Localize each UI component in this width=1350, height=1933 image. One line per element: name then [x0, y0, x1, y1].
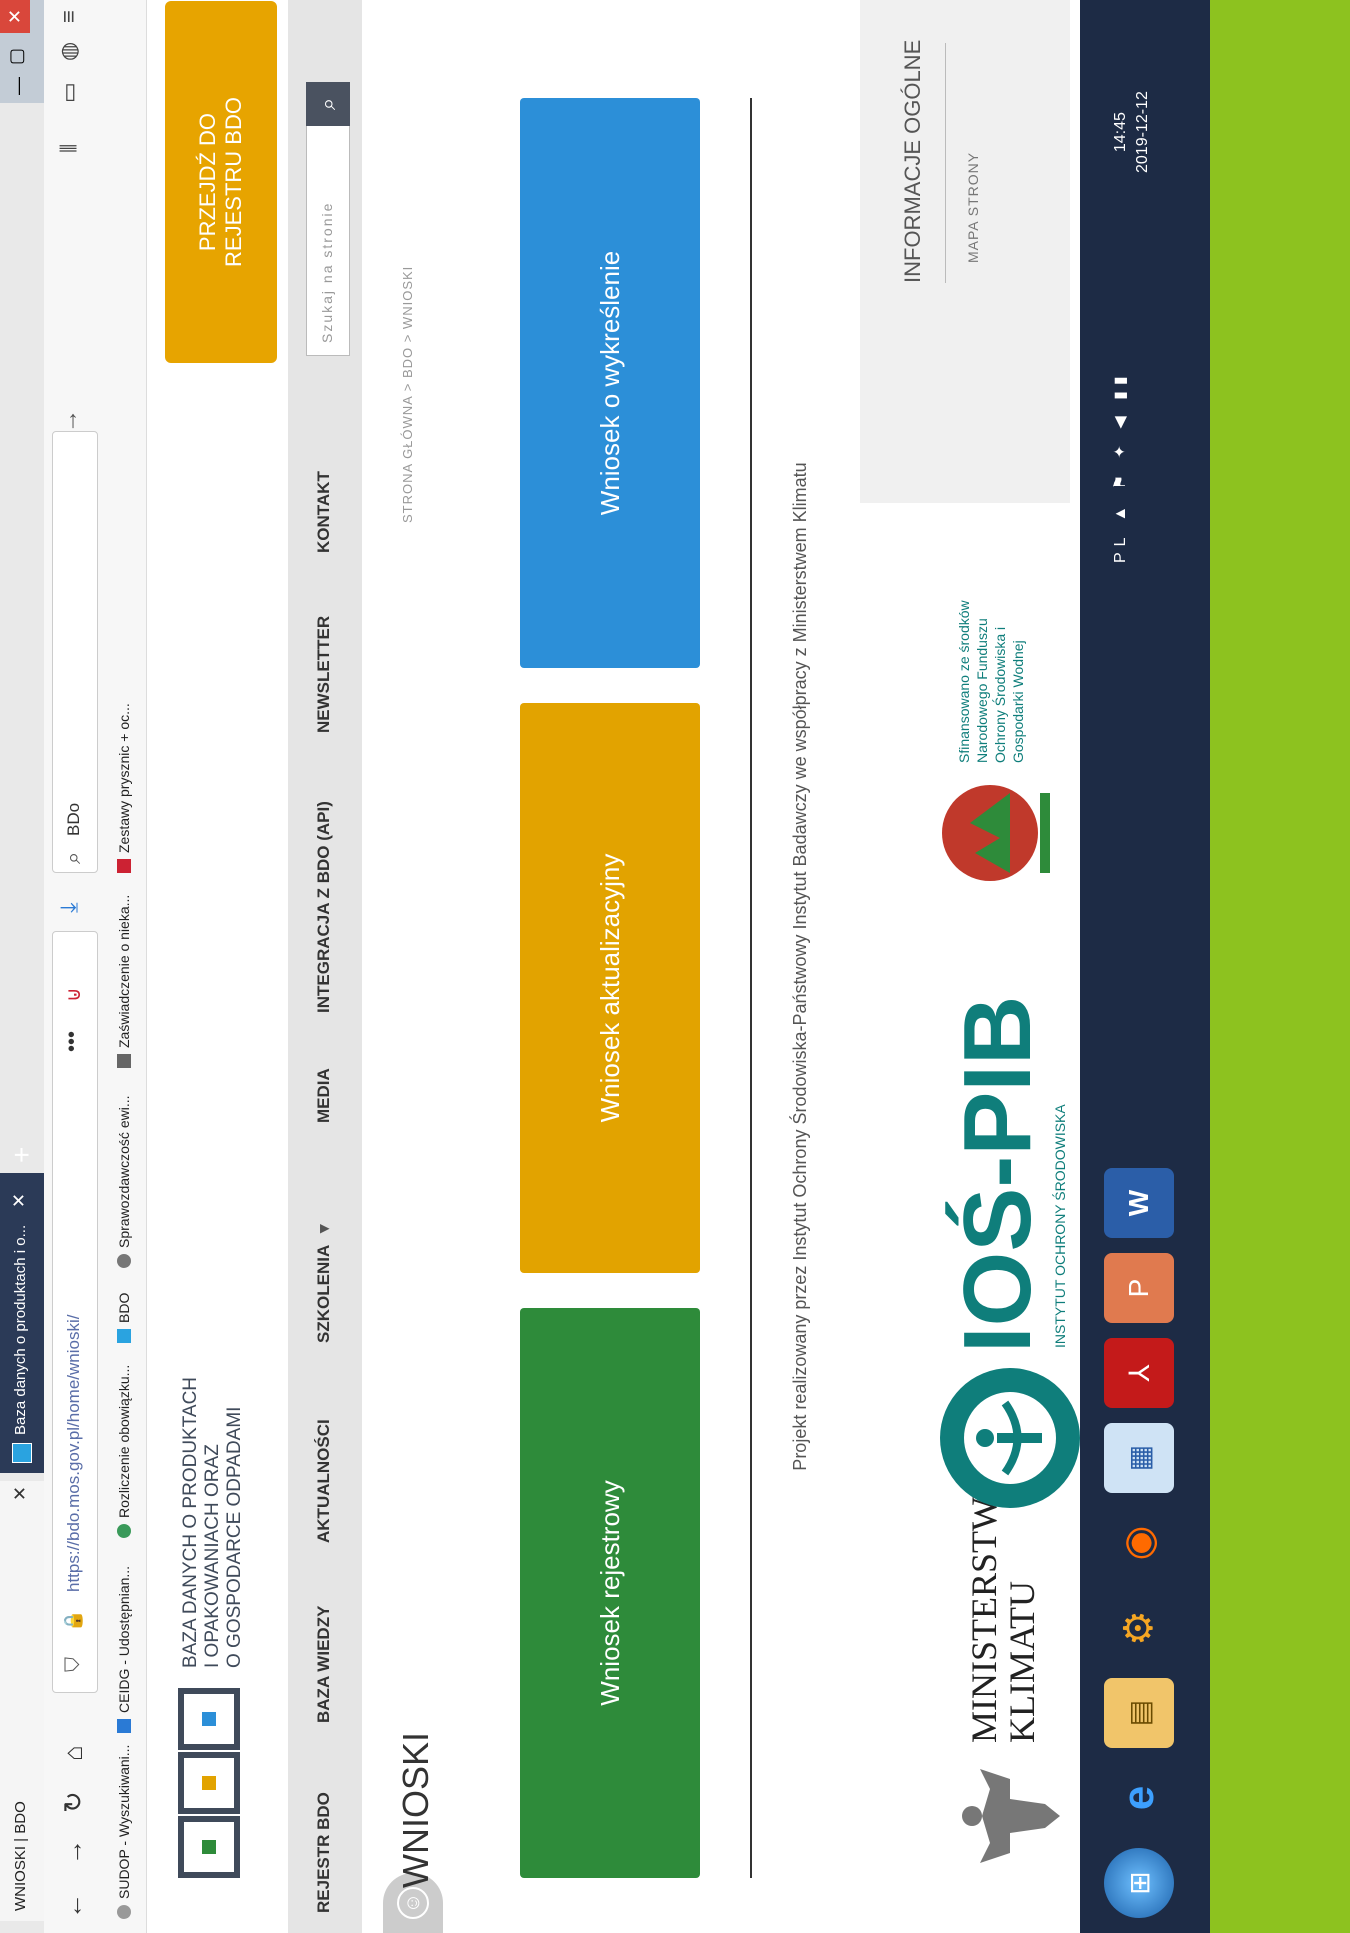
eagle-emblem-icon [962, 1769, 1060, 1863]
nav-item[interactable]: NEWSLETTER [314, 616, 334, 733]
nav-item[interactable]: REJESTR BDO [314, 1792, 334, 1913]
bookmark-item[interactable]: Sprawozdawczość ewi... [116, 1095, 132, 1268]
browser-titlebar: WNIOSKI | BDO ✕ Baza danych o produktach… [0, 0, 44, 1933]
page-actions-icon[interactable]: ••• [61, 1031, 84, 1052]
menu-icon[interactable]: ≡ [56, 10, 82, 23]
address-bar[interactable]: ⛉ 🔒 https://bdo.mos.gov.pl/home/wnioski/… [52, 931, 98, 1693]
close-tab-icon[interactable]: ✕ [9, 1193, 30, 1208]
tile-register-application[interactable]: Wniosek rejestrowy [520, 1308, 700, 1878]
nav-item[interactable]: MEDIA [314, 1068, 334, 1123]
bookmark-item[interactable]: Zaświadczenie o nieka... [116, 895, 132, 1068]
bookmark-item[interactable]: CEIDG - Udostępnian... [116, 1566, 132, 1733]
sidebar-icon[interactable]: ▭ [56, 82, 82, 103]
active-tab-label: Baza danych o produktach i o... [12, 1225, 29, 1435]
nav-item[interactable]: KONTAKT [314, 471, 334, 553]
logo-square [178, 1688, 240, 1750]
lock-icon: 🔒 [63, 1609, 83, 1632]
word-icon[interactable]: W [1104, 1168, 1174, 1238]
shield-icon: ⛉ [62, 1657, 84, 1672]
footer-info-panel: INFORMACJE OGÓLNE MAPA STRONY [860, 0, 1070, 503]
site-search-input[interactable]: Szukaj na stronie [306, 124, 350, 356]
window-title: WNIOSKI | BDO [12, 1801, 29, 1911]
nfosigw-emblem-icon [942, 785, 1050, 881]
library-icon[interactable]: ⫴ [56, 144, 82, 153]
go-to-register-button[interactable]: PRZEJDŹ DO REJESTRU BDO [165, 1, 277, 363]
tab-active[interactable]: Baza danych o produktach i o... ✕ [0, 1173, 44, 1473]
accessibility-icon: ☺ [397, 1887, 429, 1919]
tile-deletion-application[interactable]: Wniosek o wykreślenie [520, 98, 700, 668]
pocket-icon[interactable]: ⊍ [61, 987, 86, 1002]
firefox-icon[interactable]: ◉ [1104, 1508, 1174, 1578]
browser-navbar: ← → ↻ ⌂ ⛉ 🔒 https://bdo.mos.gov.pl/home/… [44, 0, 107, 1933]
chevron-down-icon: ▾ [314, 1224, 333, 1233]
favicon-icon [12, 1443, 32, 1463]
ios-pib-emblem-icon [940, 1368, 1080, 1508]
bookmark-item[interactable]: BDO [116, 1293, 132, 1343]
acrobat-icon[interactable]: ⅄ [1104, 1338, 1174, 1408]
page-title: WNIOSKI [395, 1731, 436, 1888]
windows-taskbar: ⊞ e ▤ ⚙ ◉ ▦ ⅄ P W PL ▲ ⚑ ✦ ◀ ▮▮ 14:45 20… [1080, 0, 1210, 1933]
internet-explorer-icon[interactable]: e [1104, 1763, 1174, 1833]
tile-update-application[interactable]: Wniosek aktualizacyjny [520, 703, 700, 1273]
breadcrumb: STRONA GŁÓWNA > BDO > WNIOSKI [400, 265, 415, 523]
home-icon[interactable]: ⌂ [58, 1745, 89, 1761]
nav-item[interactable]: BAZA WIEDZY [314, 1606, 334, 1723]
divider [945, 43, 946, 283]
file-explorer-icon[interactable]: ▤ [1104, 1678, 1174, 1748]
divider [750, 98, 752, 1878]
new-tab-icon[interactable]: + [6, 1147, 38, 1163]
close-icon[interactable]: ✕ [10, 1486, 31, 1501]
go-arrow-icon[interactable]: → [56, 409, 84, 433]
search-placeholder: Szukaj na stronie [319, 201, 335, 343]
url-text: https://bdo.mos.gov.pl/home/wnioski/ [64, 1314, 83, 1593]
forward-icon[interactable]: → [58, 1839, 89, 1865]
bookmark-item[interactable]: SUDOP - Wyszukiwani... [116, 1745, 132, 1919]
reload-icon[interactable]: ↻ [58, 1791, 89, 1813]
nfosigw-text: Sfinansowano ze środków Narodowego Fundu… [956, 600, 1026, 763]
ios-pib-subtitle: INSTYTUT OCHRONY ŚRODOWISKA [1052, 1104, 1068, 1348]
start-button-icon[interactable]: ⊞ [1104, 1848, 1174, 1918]
rotated-screen: WNIOSKI | BDO ✕ Baza danych o produktach… [0, 0, 1210, 1933]
logo-square [178, 1752, 240, 1814]
settings-gear-icon[interactable]: ⚙ [1104, 1593, 1174, 1663]
minimize-icon[interactable]: — [8, 77, 29, 95]
search-icon: ⌕ [60, 851, 85, 864]
project-info-text: Projekt realizowany przez Instytut Ochro… [790, 462, 810, 1471]
clock[interactable]: 14:45 2019-12-12 [1110, 91, 1154, 173]
powerpoint-icon[interactable]: P [1104, 1253, 1174, 1323]
bookmarks-bar: SUDOP - Wyszukiwani... CEIDG - Udostępni… [106, 0, 147, 1933]
nav-item[interactable]: AKTUALNOŚCI [314, 1419, 334, 1543]
browser-search-field[interactable]: ⌕ BDo [52, 431, 98, 873]
tab-inactive[interactable]: WNIOSKI | BDO ✕ [0, 1481, 44, 1921]
info-heading: INFORMACJE OGÓLNE [900, 39, 925, 283]
search-button-icon[interactable]: ⌕ [306, 82, 350, 126]
sitemap-link[interactable]: MAPA STRONY [965, 152, 981, 263]
site-title: BAZA DANYCH O PRODUKTACH I OPAKOWANIACH … [180, 1376, 245, 1668]
bookmark-item[interactable]: Rozliczenie obowiązku... [116, 1365, 132, 1538]
maximize-icon[interactable]: ▢ [6, 48, 27, 65]
globe-icon[interactable]: ◍ [56, 42, 82, 61]
system-tray[interactable]: PL ▲ ⚑ ✦ ◀ ▮▮ [1110, 370, 1130, 563]
logo-square [178, 1816, 240, 1878]
ios-pib-logo-text[interactable]: IOŚ-PIB [944, 996, 1051, 1353]
window-close-icon[interactable]: ✕ [0, 0, 30, 33]
bookmark-item[interactable]: Zestawy prysznic + oc... [116, 703, 132, 873]
window-controls: — ▢ ✕ [0, 0, 44, 103]
download-icon[interactable]: ⤓ [56, 902, 84, 913]
calculator-icon[interactable]: ▦ [1104, 1423, 1174, 1493]
nav-item[interactable]: SZKOLENIA [314, 1245, 334, 1343]
nav-item[interactable]: INTEGRACJA Z BDO (API) [314, 801, 334, 1013]
back-icon[interactable]: ← [58, 1893, 89, 1919]
search-text: BDo [64, 802, 83, 836]
